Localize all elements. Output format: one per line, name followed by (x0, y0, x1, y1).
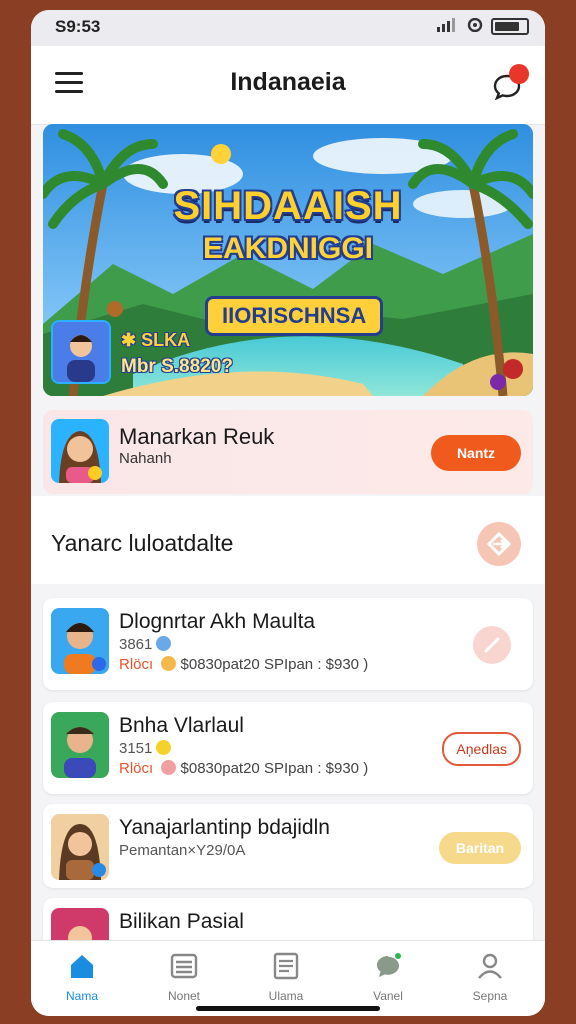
list-item[interactable]: Yanajarlantinp bdajidln Pemantan×Y29/0A … (43, 804, 533, 888)
list-item[interactable]: Dlognrtar Akh Maulta 3861 Rlöcı $0830pat… (43, 598, 533, 690)
banner-subtitle: EAKDNIGGI (202, 232, 373, 265)
page-title: Indanaeia (230, 68, 346, 96)
promo-action-button[interactable]: Nantz (431, 435, 521, 471)
section-title: Yanarc luloatdalte (51, 530, 234, 556)
promo-banner[interactable]: SIHDAAISH EAKDNIGGI IIORISCHNSA ✱ SLKA M… (43, 124, 533, 396)
bottom-tab-bar: Nama Nonet Ulama Vanel Sepna (31, 940, 545, 1016)
banner-avatar (51, 320, 111, 384)
tab-profile[interactable]: Sepna (439, 951, 541, 1003)
promo-avatar (51, 419, 109, 483)
emoji-icon (161, 760, 177, 775)
signal-icon (437, 18, 459, 35)
emoji-icon (161, 656, 177, 671)
home-icon (71, 955, 93, 978)
emoji-icon (156, 636, 172, 651)
emoji-icon (156, 740, 172, 755)
banner-label-2: Mbr S.8820? (121, 356, 233, 377)
list-action-button[interactable]: Baritan (439, 832, 521, 864)
pencil-icon (484, 637, 500, 653)
tab-label: Sepna (472, 989, 508, 1003)
list-title: Bnha Vlarlaul (119, 714, 244, 737)
list-meta: 3151 (119, 740, 172, 757)
banner-label-1: ✱ SLKA (121, 330, 191, 350)
banner-plaque: IIORISCHNSA (205, 296, 384, 336)
list-icon (170, 953, 198, 979)
tab-home[interactable]: Nama (31, 951, 133, 1003)
tab-label: Ulama (268, 989, 304, 1003)
list-title: Bilikan Pasial (119, 910, 244, 933)
section-arrow-button[interactable] (477, 522, 521, 566)
list-meta: Pemantan×Y29/0A (119, 842, 246, 859)
chat-bubble-icon (377, 953, 401, 977)
edit-button[interactable] (473, 626, 511, 664)
status-icons (437, 17, 529, 35)
list-title: Yanajarlantinp bdajidln (119, 816, 330, 839)
list-title: Dlognrtar Akh Maulta (119, 610, 316, 633)
arrow-right-icon (486, 531, 512, 557)
wifi-icon (467, 17, 483, 35)
tab-label: Nama (65, 989, 98, 1003)
banner-title: SIHDAAISH (173, 184, 403, 228)
list-action-button[interactable]: Aņedlas (442, 732, 521, 766)
list-meta-secondary: Rlöcı $0830pat20 SPIpan : $930 ) (119, 656, 369, 673)
profile-icon (478, 953, 502, 979)
app-header: Indanaeia (31, 46, 545, 125)
battery-icon (491, 18, 529, 35)
promo-card[interactable]: Manarkan Reuk Nahanh Nantz (43, 410, 533, 494)
list-meta-secondary: Rlöcı $0830pat20 SPIpan : $930 ) (119, 760, 369, 777)
notes-icon (273, 952, 299, 980)
status-time: S9:53 (55, 17, 101, 36)
tab-messages[interactable]: Vanel (337, 951, 439, 1003)
promo-title: Manarkan Reuk (119, 424, 275, 449)
tab-label: Vanel (373, 989, 403, 1003)
tab-list[interactable]: Nonet (133, 951, 235, 1003)
list-meta: 3861 (119, 636, 172, 653)
status-bar: S9:53 (31, 10, 545, 46)
list-avatar (51, 608, 109, 674)
list-avatar (51, 712, 109, 778)
home-indicator (196, 1006, 380, 1011)
section-header: Yanarc luloatdalte (31, 496, 545, 584)
tab-label: Nonet (167, 989, 201, 1003)
phone-screen: S9:53 Indanaeia SIHDAAISH EAKDNIGGI IIOR… (31, 10, 545, 1016)
tab-notes[interactable]: Ulama (235, 951, 337, 1003)
notification-badge (509, 64, 529, 84)
promo-subtitle: Nahanh (119, 450, 172, 467)
list-avatar (51, 814, 109, 880)
list-item[interactable]: Bnha Vlarlaul 3151 Rlöcı $0830pat20 SPIp… (43, 702, 533, 794)
